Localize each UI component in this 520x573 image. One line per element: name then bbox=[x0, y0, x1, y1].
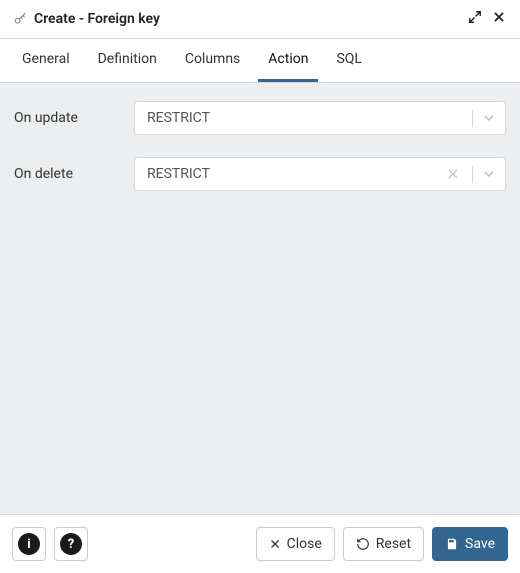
maximize-icon[interactable] bbox=[466, 8, 484, 30]
info-button[interactable]: i bbox=[12, 527, 46, 561]
key-icon bbox=[12, 11, 28, 27]
tab-sql[interactable]: SQL bbox=[326, 39, 371, 82]
select-separator bbox=[472, 165, 473, 183]
tab-general[interactable]: General bbox=[12, 39, 80, 82]
dialog-header: Create - Foreign key bbox=[0, 0, 520, 39]
reset-button[interactable]: Reset bbox=[343, 527, 424, 561]
help-icon: ? bbox=[60, 533, 82, 555]
on-update-label: On update bbox=[14, 110, 134, 126]
save-button[interactable]: Save bbox=[432, 527, 508, 561]
help-button[interactable]: ? bbox=[54, 527, 88, 561]
select-separator bbox=[472, 109, 473, 127]
on-update-value: RESTRICT bbox=[147, 110, 464, 126]
tab-panel-action: On update RESTRICT On delete RESTRICT bbox=[0, 83, 520, 514]
on-delete-select[interactable]: RESTRICT bbox=[134, 157, 506, 191]
chevron-down-icon bbox=[481, 166, 497, 182]
on-update-select[interactable]: RESTRICT bbox=[134, 101, 506, 135]
close-icon[interactable] bbox=[490, 8, 508, 30]
reset-button-label: Reset bbox=[376, 536, 411, 552]
dialog-title: Create - Foreign key bbox=[34, 11, 460, 27]
save-icon bbox=[445, 537, 459, 551]
on-delete-value: RESTRICT bbox=[147, 166, 446, 182]
close-button-label: Close bbox=[287, 536, 322, 552]
on-delete-label: On delete bbox=[14, 166, 134, 182]
close-icon bbox=[269, 538, 281, 550]
field-on-update: On update RESTRICT bbox=[14, 101, 506, 135]
field-on-delete: On delete RESTRICT bbox=[14, 157, 506, 191]
tab-definition[interactable]: Definition bbox=[88, 39, 167, 82]
info-icon: i bbox=[18, 533, 40, 555]
dialog-footer: i ? Close Reset Save bbox=[0, 514, 520, 573]
reset-icon bbox=[356, 537, 370, 551]
close-button[interactable]: Close bbox=[256, 527, 335, 561]
tab-action[interactable]: Action bbox=[258, 39, 318, 82]
tab-bar: General Definition Columns Action SQL bbox=[0, 39, 520, 83]
chevron-down-icon bbox=[481, 110, 497, 126]
tab-columns[interactable]: Columns bbox=[175, 39, 250, 82]
clear-icon[interactable] bbox=[446, 167, 464, 181]
save-button-label: Save bbox=[465, 536, 495, 552]
